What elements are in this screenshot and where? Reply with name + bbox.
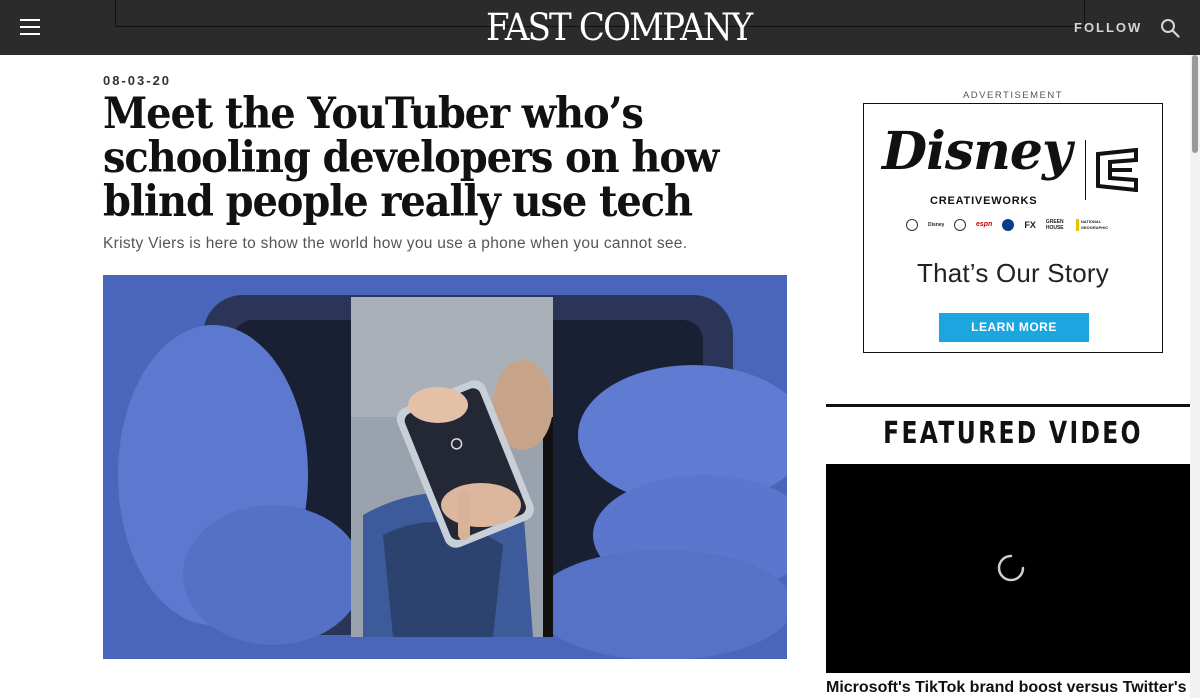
site-logo[interactable]: FAST COMPANY — [486, 8, 753, 48]
disney-junior-logo — [954, 219, 966, 231]
page-scrollbar[interactable] — [1190, 55, 1200, 698]
nat-geo-logo — [1002, 219, 1015, 231]
article-headline: Meet the YouTuber who’s schooling develo… — [103, 89, 719, 227]
featured-video-rule — [826, 404, 1200, 407]
article-subhead: Kristy Viers is here to show the world h… — [103, 235, 688, 252]
abc-logo — [906, 219, 918, 231]
ad-tagline: That’s Our Story — [916, 258, 1109, 288]
ad-logo-divider — [1085, 140, 1086, 200]
green-house-logo: GREEN HOUSE — [1045, 219, 1064, 231]
search-icon[interactable] — [1160, 18, 1180, 38]
article-date: 08-03-20 — [103, 73, 172, 88]
creativeworks-icon — [1096, 148, 1138, 192]
ad-sub-brand: CREATIVEWORKS — [930, 195, 1038, 207]
featured-video-heading: FEATURED VIDEO — [883, 416, 1143, 451]
espn-logo: espn — [976, 221, 993, 228]
top-navigation-bar: FAST COMPANY FOLLOW — [0, 0, 1200, 55]
disney-ad[interactable]: Disney CREATIVEWORKS Disney Channel espn… — [863, 103, 1163, 353]
featured-video-player[interactable] — [826, 464, 1200, 673]
hamburger-menu-icon[interactable] — [20, 19, 40, 36]
scrollbar-thumb[interactable] — [1192, 55, 1198, 153]
loading-spinner-icon — [997, 554, 1025, 582]
fx-logo: FX — [1024, 220, 1036, 230]
learn-more-button[interactable]: LEARN MORE — [939, 313, 1089, 342]
hero-image — [103, 275, 787, 659]
ad-brand-logo: Disney — [882, 121, 1072, 182]
national-geographic-logo: NATIONAL GEOGRAPHIC — [1075, 219, 1110, 231]
follow-button[interactable]: FOLLOW — [1074, 20, 1142, 35]
network-logos-row: Disney Channel espn FX GREEN HOUSE NATIO… — [906, 216, 1136, 234]
disney-channel-logo: Disney Channel — [928, 222, 944, 228]
featured-video-caption[interactable]: Microsoft's TikTok brand boost versus Tw… — [826, 679, 1200, 697]
advertisement-label: ADVERTISEMENT — [962, 90, 1064, 101]
hero-illustration — [103, 275, 787, 659]
